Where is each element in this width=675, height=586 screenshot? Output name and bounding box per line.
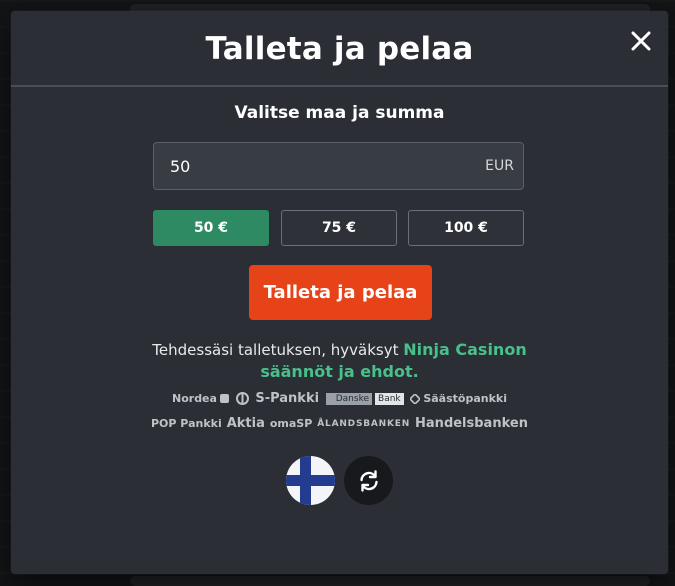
amount-input[interactable] [170,143,460,189]
terms-text: Tehdessäsi talletuksen, hyväksyt Ninja C… [71,339,608,383]
bank-logo-label: Säästöpankki [423,392,507,405]
nordea-icon [219,394,229,403]
saastopankki-icon [410,393,421,404]
country-selector-button[interactable] [286,456,335,505]
preset-amount-50[interactable]: 50 € [153,210,269,246]
preset-amount-100[interactable]: 100 € [408,210,524,246]
section-subtitle: Valitse maa ja summa [234,103,445,123]
finland-flag-icon [286,456,335,505]
preset-amount-75[interactable]: 75 € [281,210,397,246]
refresh-icon [359,469,378,492]
bank-logo-pop-pankki: POP Pankki [151,417,222,430]
bank-logo-alandsbanken: ÅLANDSBANKEN [317,418,411,429]
refresh-button[interactable] [344,456,393,505]
bank-logo-danske: Danske Bank [325,392,404,405]
op-icon [235,392,249,405]
deposit-and-play-button[interactable]: Talleta ja pelaa [249,265,432,320]
bank-logo-s-pankki: S-Pankki [255,391,320,406]
bank-logo-omasp: omaSP [269,417,313,430]
bank-logo-label: Nordea [172,392,217,405]
close-icon [631,31,651,51]
terms-prefix: Tehdessäsi talletuksen, hyväksyt [152,341,399,359]
danske-label-right: Bank [375,392,404,405]
bank-logo-nordea: Nordea [172,392,229,405]
modal-header: Talleta ja pelaa [11,11,668,87]
close-button[interactable] [623,23,659,59]
modal-title: Talleta ja pelaa [205,31,474,67]
terms-brand-link[interactable]: Ninja Casinon [403,340,526,359]
amount-field[interactable]: EUR [153,142,524,190]
terms-link[interactable]: säännöt ja ehdot. [260,362,418,381]
bank-logo-aktia: Aktia [226,416,265,431]
bank-logo-op [235,392,249,405]
bank-logos-row-2: POP Pankki Aktia omaSP ÅLANDSBANKEN Hand… [151,416,528,431]
currency-label: EUR [485,158,514,174]
bank-logo-saastopankki: Säästöpankki [410,392,507,405]
bank-logo-handelsbanken: Handelsbanken [415,416,528,431]
danske-label-left: Danske [325,392,373,405]
bank-logos-row-1: Nordea S-Pankki Danske Bank Säästöpankki [151,391,528,406]
deposit-modal: Talleta ja pelaa Valitse maa ja summa EU… [11,11,668,574]
